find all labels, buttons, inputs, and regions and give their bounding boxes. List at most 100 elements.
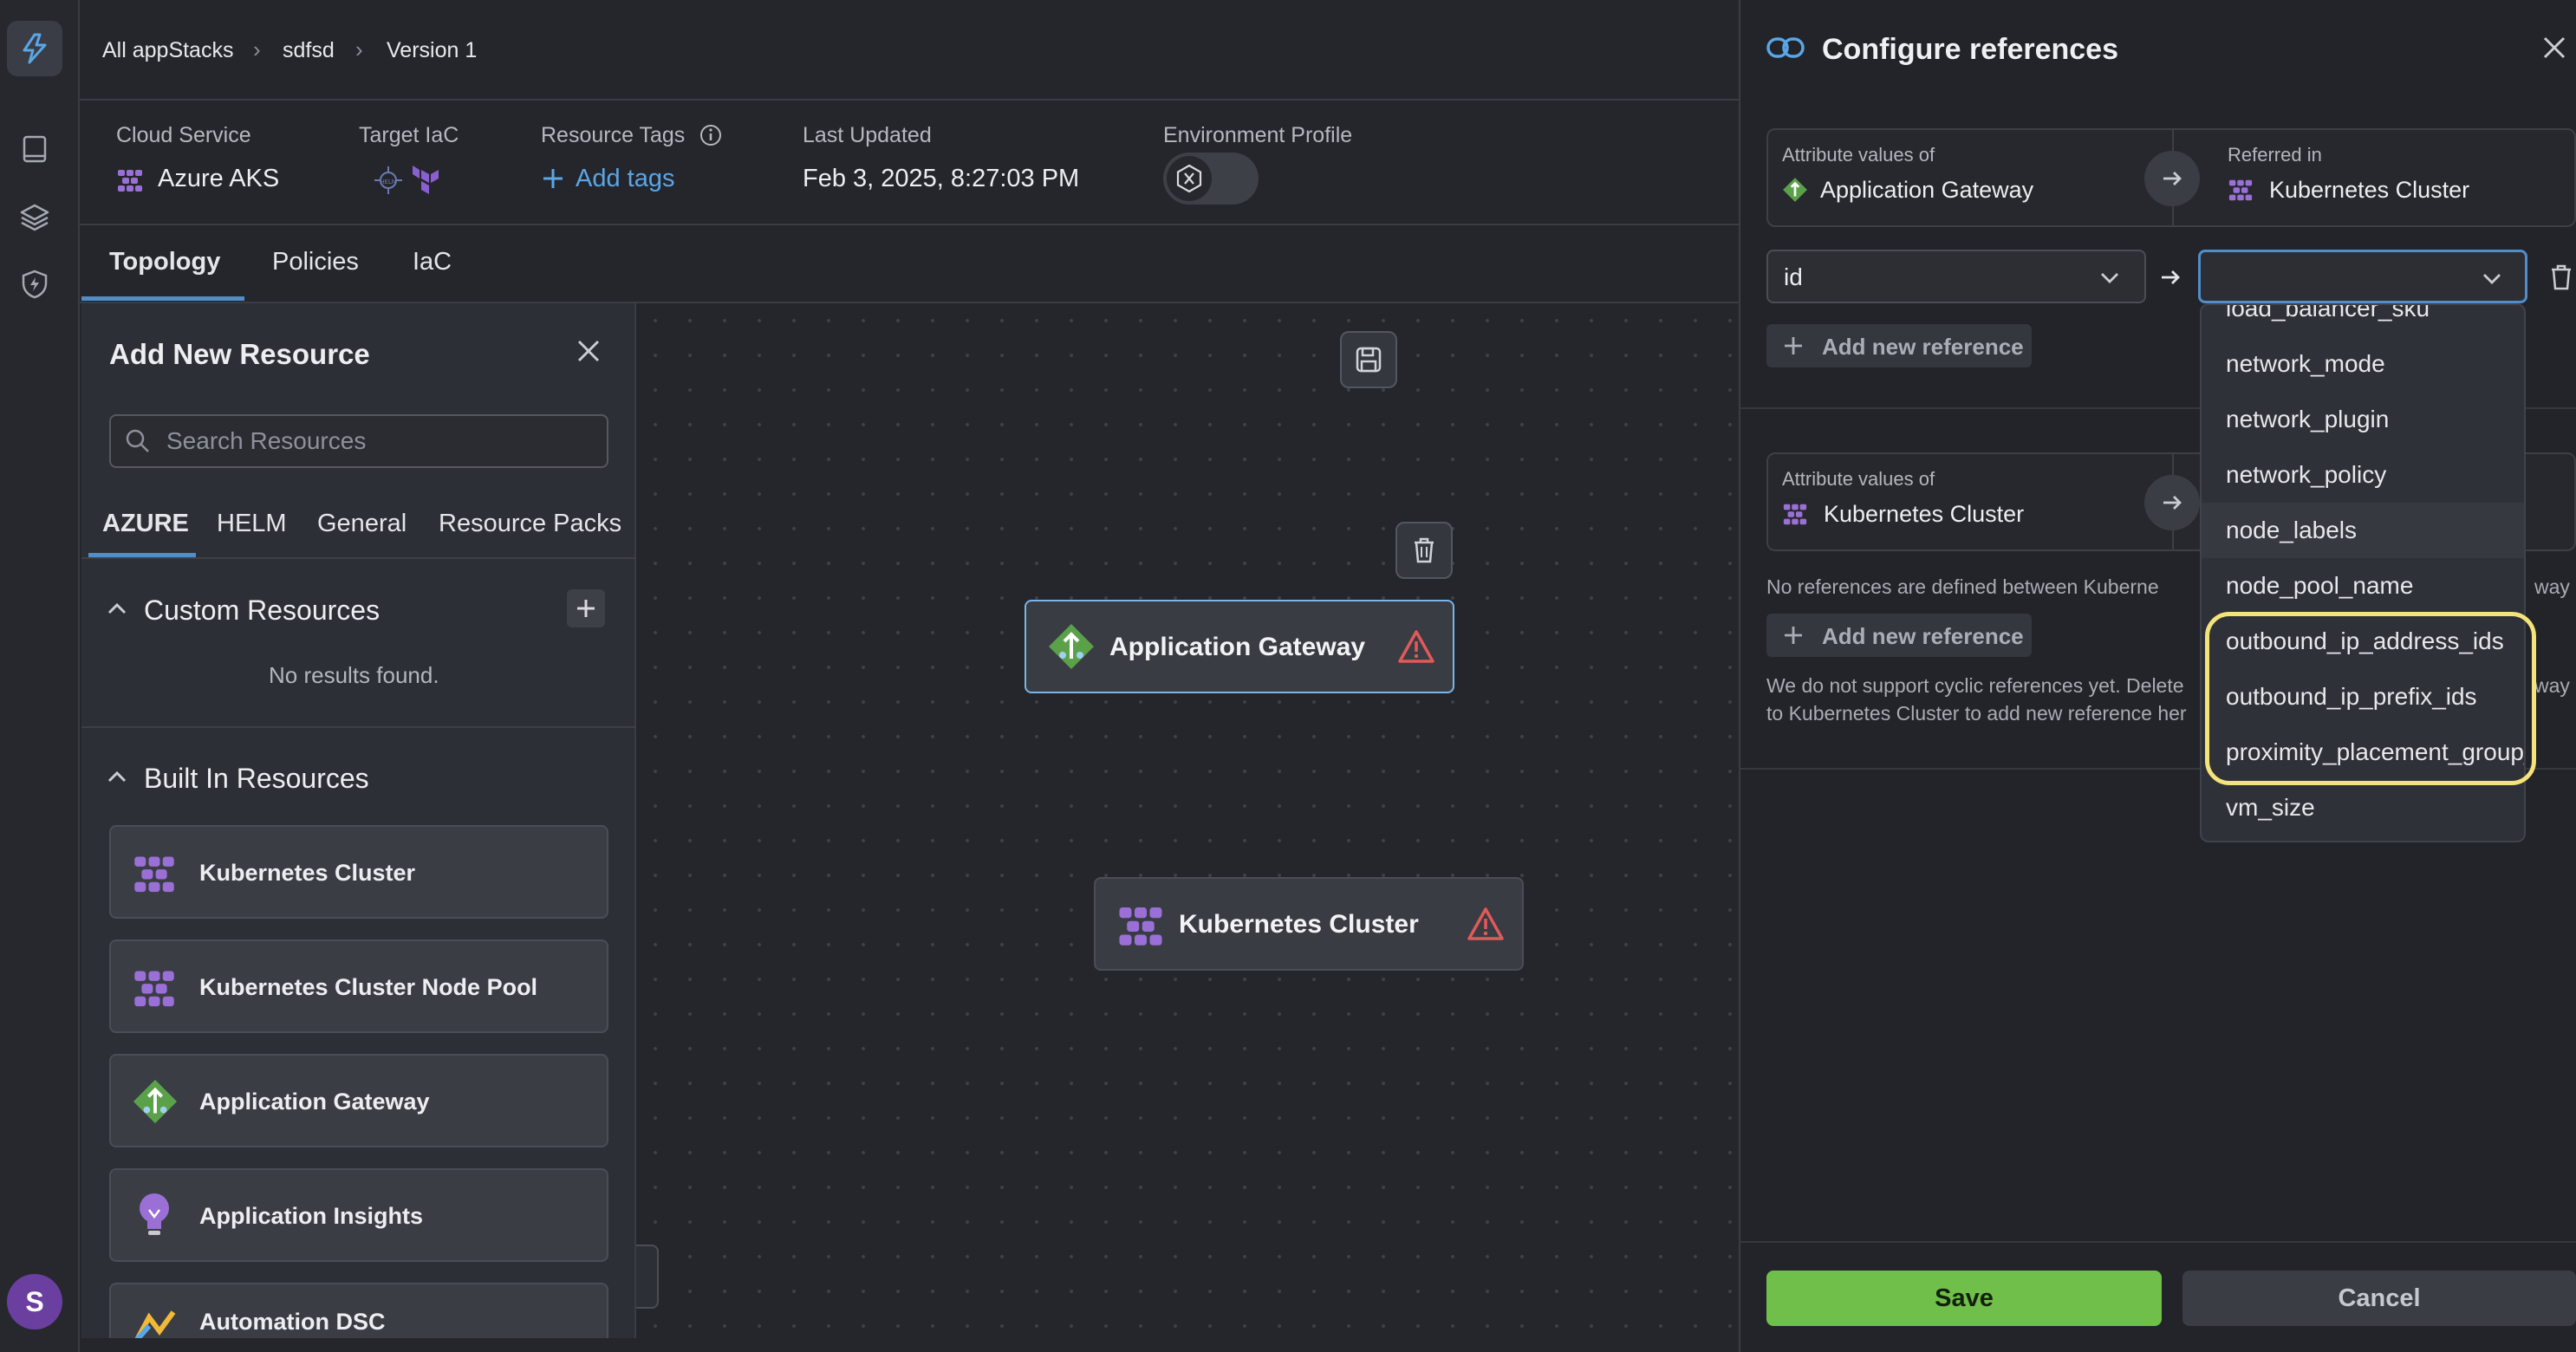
- delete-node-button[interactable]: [1395, 522, 1453, 579]
- chevron-up-icon[interactable]: [106, 766, 128, 789]
- chevron-down-icon: [2480, 266, 2504, 290]
- trash-icon[interactable]: [2548, 263, 2574, 291]
- cloud-service-label: Cloud Service: [116, 123, 251, 147]
- app-logo-icon[interactable]: [7, 21, 62, 76]
- arrow-right-icon: [2158, 265, 2182, 289]
- book-icon[interactable]: [16, 130, 54, 168]
- dropdown-option[interactable]: network_mode: [2202, 336, 2524, 392]
- tab-topology[interactable]: Topology: [109, 248, 220, 276]
- aks-icon: [116, 166, 144, 194]
- resource-card-automation-dsc[interactable]: Automation DSC: [109, 1283, 608, 1338]
- environment-profile-toggle[interactable]: [1163, 153, 1259, 205]
- add-custom-resource-button[interactable]: [567, 589, 605, 627]
- plus-icon[interactable]: [541, 166, 565, 191]
- avatar[interactable]: S: [7, 1274, 62, 1329]
- save-button[interactable]: Save: [1766, 1271, 2162, 1326]
- tab-azure[interactable]: AZURE: [102, 510, 189, 538]
- layers-icon[interactable]: [16, 198, 54, 236]
- kubernetes-cluster-icon: [1116, 901, 1165, 950]
- resource-card-label: Automation DSC: [199, 1309, 386, 1335]
- tab-general[interactable]: General: [317, 510, 407, 538]
- tab-helm[interactable]: HELM: [217, 510, 287, 538]
- dropdown-option[interactable]: network_policy: [2202, 447, 2524, 503]
- kubernetes-cluster-icon: [132, 851, 177, 896]
- highlight-outline: [2205, 612, 2536, 785]
- add-new-reference-button[interactable]: Add new reference: [1766, 324, 2032, 367]
- warning-icon[interactable]: [1397, 629, 1435, 664]
- target-attribute-select[interactable]: [2198, 250, 2527, 303]
- attr-values-label: Attribute values of: [1782, 468, 1935, 490]
- breadcrumb-separator: ›: [355, 36, 363, 62]
- save-layout-button[interactable]: [1340, 331, 1397, 388]
- chevron-up-icon[interactable]: [106, 598, 128, 621]
- cyclic-note-line-2: to Kubernetes Cluster to add new referen…: [1766, 702, 2187, 725]
- divider: [81, 557, 636, 559]
- svg-text:HELM: HELM: [380, 179, 397, 185]
- dropdown-option[interactable]: node_labels: [2202, 503, 2524, 558]
- close-icon[interactable]: [576, 338, 602, 364]
- topology-canvas[interactable]: [638, 303, 1739, 1352]
- arrow-right-icon: [2144, 475, 2200, 530]
- panel-title: Add New Resource: [109, 338, 370, 370]
- resource-card-label: Kubernetes Cluster Node Pool: [199, 974, 538, 1000]
- resource-card-kubernetes-cluster-node-pool[interactable]: Kubernetes Cluster Node Pool: [109, 939, 608, 1033]
- warning-icon[interactable]: [1467, 907, 1505, 941]
- add-new-reference-label: Add new reference: [1822, 623, 2024, 649]
- referred-in-label: Referred in: [2228, 144, 2322, 166]
- stack-meta: Cloud Service Azure AKS Target IaC HELM …: [80, 101, 1739, 225]
- application-gateway-icon: [1782, 177, 1808, 203]
- node-pool-icon: [132, 965, 177, 1011]
- divider: [81, 726, 636, 728]
- variable-icon: [1167, 156, 1212, 201]
- custom-resources-title[interactable]: Custom Resources: [144, 595, 380, 627]
- attr-values-label: Attribute values of: [1782, 144, 1935, 166]
- referred-target-name: Kubernetes Cluster: [2269, 177, 2470, 203]
- node-application-gateway[interactable]: Application Gateway: [1025, 600, 1454, 693]
- breadcrumb-stack[interactable]: sdfsd: [283, 38, 335, 63]
- cloud-service-value: Azure AKS: [158, 165, 280, 192]
- chevron-down-icon: [2098, 265, 2122, 289]
- application-gateway-icon: [1047, 622, 1096, 671]
- close-icon[interactable]: [2541, 35, 2567, 61]
- helm-icon: HELM: [373, 165, 404, 196]
- last-updated-label: Last Updated: [803, 123, 932, 147]
- node-kubernetes-cluster[interactable]: Kubernetes Cluster: [1094, 877, 1524, 971]
- active-tab-indicator: [81, 296, 244, 301]
- breadcrumb-separator: ›: [253, 36, 261, 62]
- add-new-reference-button[interactable]: Add new reference: [1766, 614, 2032, 657]
- application-gateway-icon: [132, 1078, 179, 1125]
- resource-card-application-insights[interactable]: Application Insights: [109, 1168, 608, 1262]
- attr-source-name: Kubernetes Cluster: [1824, 501, 2025, 527]
- no-references-text: No references are defined between Kubern…: [1766, 575, 2159, 598]
- tab-resource-packs[interactable]: Resource Packs: [439, 510, 621, 538]
- resource-card-application-gateway[interactable]: Application Gateway: [109, 1054, 608, 1147]
- cancel-button[interactable]: Cancel: [2182, 1271, 2576, 1326]
- cyclic-note-line-1: We do not support cyclic references yet.…: [1766, 674, 2184, 697]
- dropdown-option[interactable]: vm_size: [2202, 780, 2524, 835]
- search-input[interactable]: [166, 416, 600, 466]
- shield-icon[interactable]: [16, 265, 54, 303]
- search-icon: [125, 428, 151, 454]
- dropdown-option[interactable]: load_balancer_sku: [2202, 305, 2524, 336]
- automation-icon: [133, 1309, 177, 1338]
- resource-card-kubernetes-cluster[interactable]: Kubernetes Cluster: [109, 825, 608, 919]
- search-resources[interactable]: [109, 414, 608, 468]
- dropdown-option[interactable]: node_pool_name: [2202, 558, 2524, 614]
- tab-iac[interactable]: IaC: [413, 248, 452, 276]
- node-label: Application Gateway: [1109, 633, 1366, 661]
- dropdown-option[interactable]: network_plugin: [2202, 392, 2524, 447]
- info-icon[interactable]: [699, 123, 723, 147]
- resource-card-label: Application Insights: [199, 1203, 424, 1229]
- environment-profile-label: Environment Profile: [1163, 123, 1353, 147]
- tab-policies[interactable]: Policies: [272, 248, 359, 276]
- plus-icon: [1782, 624, 1805, 647]
- breadcrumb-root[interactable]: All appStacks: [102, 38, 233, 63]
- kubernetes-cluster-icon: [2228, 177, 2254, 203]
- add-tags-link[interactable]: Add tags: [576, 165, 674, 193]
- source-attribute-select[interactable]: id: [1766, 250, 2146, 303]
- attr-source-name: Application Gateway: [1820, 177, 2034, 203]
- last-updated-value: Feb 3, 2025, 8:27:03 PM: [803, 165, 1080, 192]
- built-in-resources-title[interactable]: Built In Resources: [144, 763, 369, 795]
- select-value: id: [1784, 263, 1803, 290]
- resource-card-label: Application Gateway: [199, 1089, 430, 1115]
